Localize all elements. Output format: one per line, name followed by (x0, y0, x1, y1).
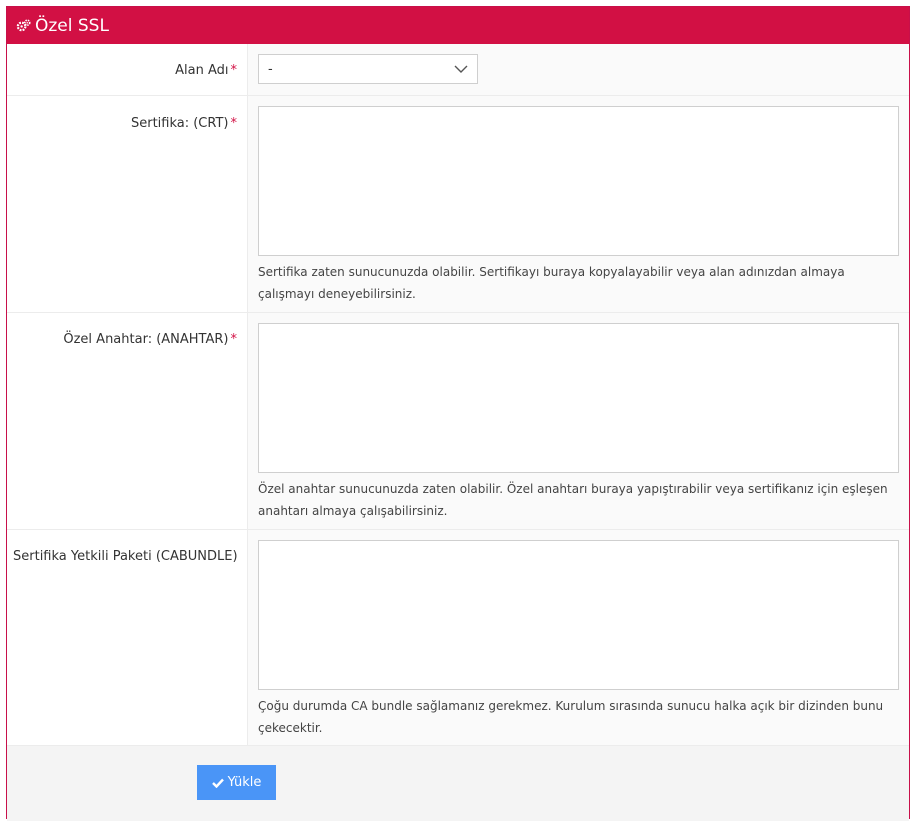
certificate-label-cell: Sertifika: (CRT) * (7, 96, 248, 312)
domain-select-value: - (268, 61, 273, 77)
cabundle-help-text: Çoğu durumda CA bundle sağlamanız gerekm… (258, 699, 884, 735)
panel-header: Özel SSL (7, 7, 909, 44)
upload-button-label: Yükle (227, 775, 262, 790)
private-key-label: Özel Anahtar: (ANAHTAR) (63, 332, 229, 347)
certificate-field-cell: Sertifika zaten sunucunuzda olabilir. Se… (248, 96, 909, 312)
domain-select[interactable]: - (258, 54, 478, 84)
certificate-textarea[interactable] (258, 106, 899, 256)
certificate-help-text: Sertifika zaten sunucunuzda olabilir. Se… (258, 265, 845, 301)
required-mark: * (230, 116, 238, 131)
cabundle-field-cell: Çoğu durumda CA bundle sağlamanız gerekm… (248, 530, 909, 745)
ssl-panel: Özel SSL Alan Adı * - Sertifika: (CRT) * S… (6, 6, 910, 821)
cabundle-label: Sertifika Yetkili Paketi (CABUNDLE) (13, 549, 238, 564)
private-key-help-text: Özel anahtar sunucunuzda zaten olabilir.… (258, 482, 888, 518)
chevron-down-icon (454, 65, 468, 73)
domain-row: Alan Adı * - (7, 44, 909, 96)
domain-label: Alan Adı (175, 63, 229, 78)
check-icon (211, 778, 224, 788)
form-footer: Yükle (7, 746, 909, 821)
certificate-row: Sertifika: (CRT) * Sertifika zaten sunucu… (7, 96, 909, 313)
private-key-row: Özel Anahtar: (ANAHTAR) * Özel anahtar su… (7, 313, 909, 530)
certificate-label: Sertifika: (CRT) (130, 116, 229, 131)
cabundle-textarea[interactable] (258, 540, 899, 690)
panel-title: Özel SSL (35, 15, 109, 36)
required-mark: * (230, 63, 238, 78)
upload-button[interactable]: Yükle (197, 765, 276, 800)
cabundle-label-cell: Sertifika Yetkili Paketi (CABUNDLE) (7, 530, 248, 745)
private-key-label-cell: Özel Anahtar: (ANAHTAR) * (7, 313, 248, 529)
domain-field-cell: - (248, 44, 909, 95)
domain-label-cell: Alan Adı * (7, 44, 248, 95)
private-key-field-cell: Özel anahtar sunucunuzda zaten olabilir.… (248, 313, 909, 529)
cogs-icon (16, 19, 31, 32)
cabundle-row: Sertifika Yetkili Paketi (CABUNDLE) Çoğu… (7, 530, 909, 746)
required-mark: * (230, 332, 238, 347)
private-key-textarea[interactable] (258, 323, 899, 473)
